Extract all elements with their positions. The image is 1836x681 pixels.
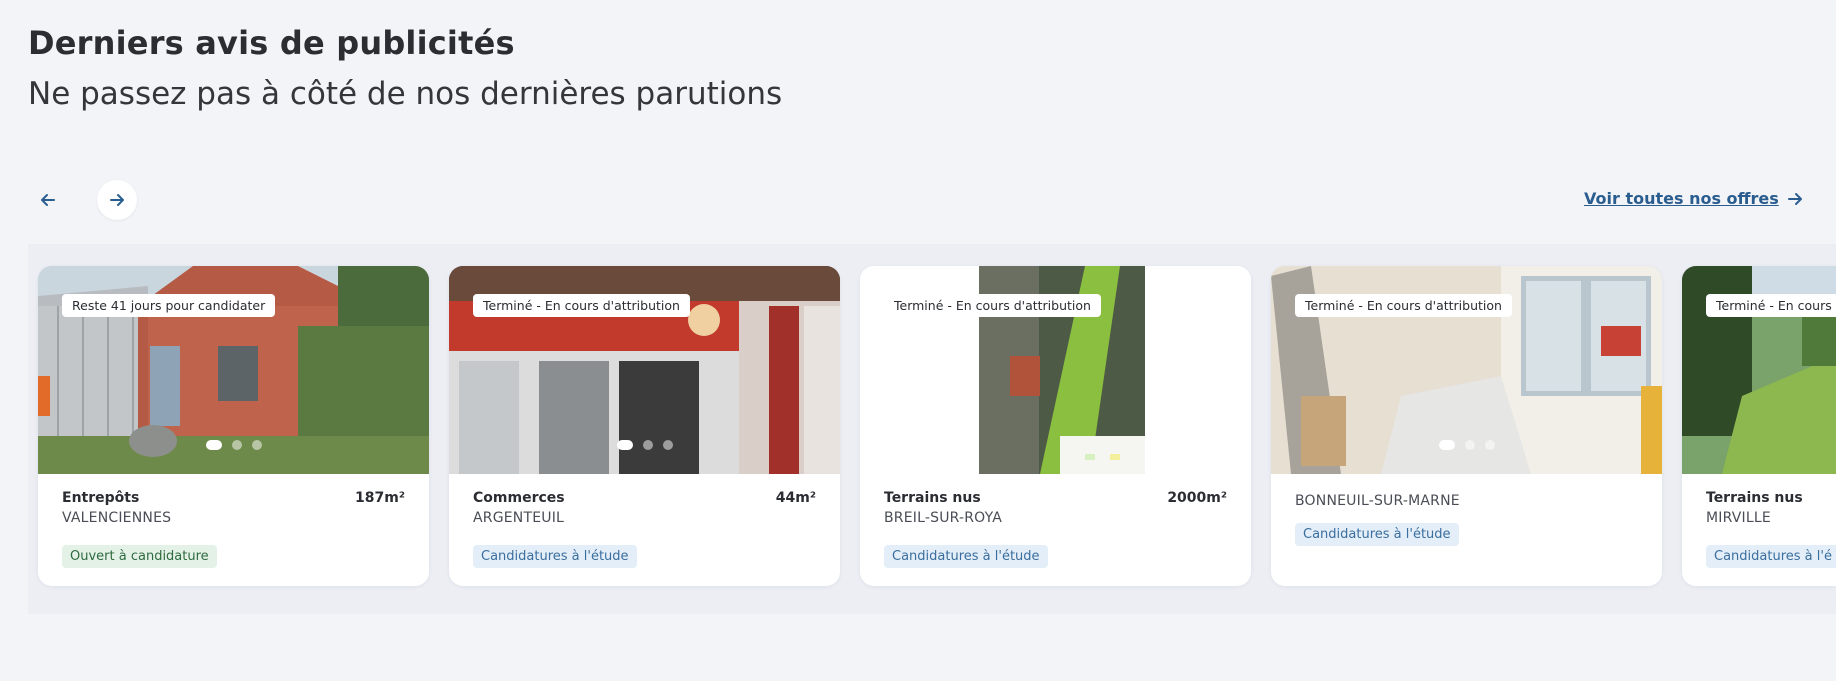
arrow-right-icon: [1787, 192, 1802, 205]
carousel-dot[interactable]: [205, 440, 222, 450]
offer-card[interactable]: Terminé - En cours d'a Terrains nus MIRV…: [1682, 266, 1836, 586]
status-label: Terminé - En cours d'attribution: [884, 294, 1101, 317]
offer-image: Terminé - En cours d'attribution: [860, 266, 1251, 474]
offer-image: Reste 41 jours pour candidater: [38, 266, 429, 474]
carousel-dots: [449, 440, 840, 450]
carousel-dot[interactable]: [662, 440, 673, 450]
carousel-dot[interactable]: [1484, 440, 1495, 450]
carousel-dots: [1271, 440, 1662, 450]
status-label: Terminé - En cours d'a: [1706, 294, 1836, 317]
offer-image: Terminé - En cours d'attribution: [449, 266, 840, 474]
see-all-offers-label: Voir toutes nos offres: [1584, 189, 1779, 208]
offer-card[interactable]: Terminé - En cours d'attribution BONNEUI…: [1271, 266, 1662, 586]
offer-info: Entrepôts VALENCIENNES 187m² Ouvert à ca…: [62, 490, 405, 568]
offer-tag: Candidatures à l'étude: [884, 545, 1048, 568]
carousel-next-button[interactable]: [97, 180, 137, 220]
offer-info: BONNEUIL-SUR-MARNE Candidatures à l'étud…: [1295, 489, 1638, 546]
carousel-dot[interactable]: [231, 440, 242, 450]
offer-category: Terrains nus: [1706, 490, 1803, 506]
offer-category: Entrepôts: [62, 490, 140, 506]
carousel-dot[interactable]: [1438, 440, 1455, 450]
status-label: Reste 41 jours pour candidater: [62, 294, 276, 317]
offer-info: Commerces ARGENTEUIL 44m² Candidatures à…: [473, 490, 816, 568]
section-subtitle: Ne passez pas à côté de nos dernières pa…: [28, 76, 783, 112]
offer-card[interactable]: Reste 41 jours pour candidater Entrepôts…: [38, 266, 429, 586]
arrow-right-icon: [110, 194, 124, 206]
offer-card[interactable]: Terminé - En cours d'attribution Commerc…: [449, 266, 840, 586]
offer-info: Terrains nus BREIL-SUR-ROYA 2000m² Candi…: [884, 490, 1227, 568]
offer-area: 187m²: [355, 490, 405, 506]
carousel-dots: [38, 440, 429, 450]
offer-tag: Candidatures à l'é: [1706, 545, 1836, 568]
status-label: Terminé - En cours d'attribution: [473, 294, 690, 317]
offer-city: VALENCIENNES: [62, 510, 172, 526]
offer-card[interactable]: Terminé - En cours d'attribution Terrain…: [860, 266, 1251, 586]
offer-tag: Candidatures à l'étude: [1295, 523, 1459, 546]
offer-image: Terminé - En cours d'a: [1682, 266, 1836, 474]
carousel-dot[interactable]: [616, 440, 633, 450]
carousel-dot[interactable]: [251, 440, 262, 450]
offer-category: Commerces: [473, 490, 565, 506]
carousel-prev-button[interactable]: [28, 180, 68, 220]
offer-city: MIRVILLE: [1706, 510, 1771, 526]
offer-city: BONNEUIL-SUR-MARNE: [1295, 493, 1460, 509]
carousel-dot[interactable]: [642, 440, 653, 450]
offer-city: ARGENTEUIL: [473, 510, 565, 526]
carousel-dot[interactable]: [1464, 440, 1475, 450]
see-all-offers-link[interactable]: Voir toutes nos offres: [1584, 189, 1803, 208]
offer-tag: Ouvert à candidature: [62, 545, 217, 568]
status-label: Terminé - En cours d'attribution: [1295, 294, 1512, 317]
offer-image: Terminé - En cours d'attribution: [1271, 266, 1662, 474]
offer-area: 2000m²: [1167, 490, 1227, 506]
section-title: Derniers avis de publicités: [28, 24, 515, 62]
offer-info: Terrains nus MIRVILLE Candidatures à l'é: [1706, 490, 1836, 568]
offer-city: BREIL-SUR-ROYA: [884, 510, 1003, 526]
offer-area: 44m²: [775, 490, 816, 506]
arrow-left-icon: [41, 194, 55, 206]
offer-tag: Candidatures à l'étude: [473, 545, 637, 568]
